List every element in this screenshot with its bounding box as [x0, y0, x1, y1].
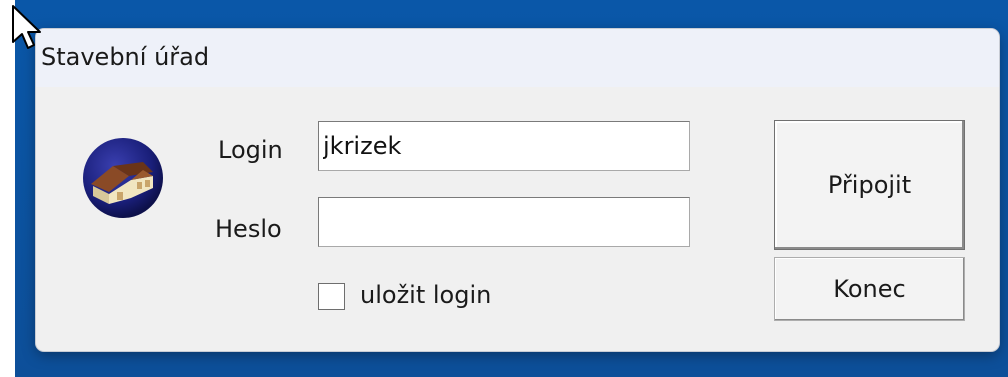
login-label: Login [218, 136, 283, 164]
login-dialog: Stavební úřad Login Heslo uložit login P… [36, 29, 999, 351]
password-label: Heslo [215, 215, 282, 243]
house-globe-icon [83, 138, 163, 218]
password-input[interactable] [318, 197, 690, 247]
quit-button[interactable]: Konec [774, 257, 965, 321]
title-bar[interactable]: Stavební úřad [36, 29, 999, 87]
window-title: Stavební úřad [41, 43, 210, 71]
remember-login-label[interactable]: uložit login [360, 281, 491, 309]
remember-login-checkbox[interactable] [318, 283, 345, 310]
mouse-pointer-icon [12, 5, 41, 49]
login-input[interactable] [318, 121, 690, 171]
connect-button[interactable]: Připojit [774, 120, 965, 250]
